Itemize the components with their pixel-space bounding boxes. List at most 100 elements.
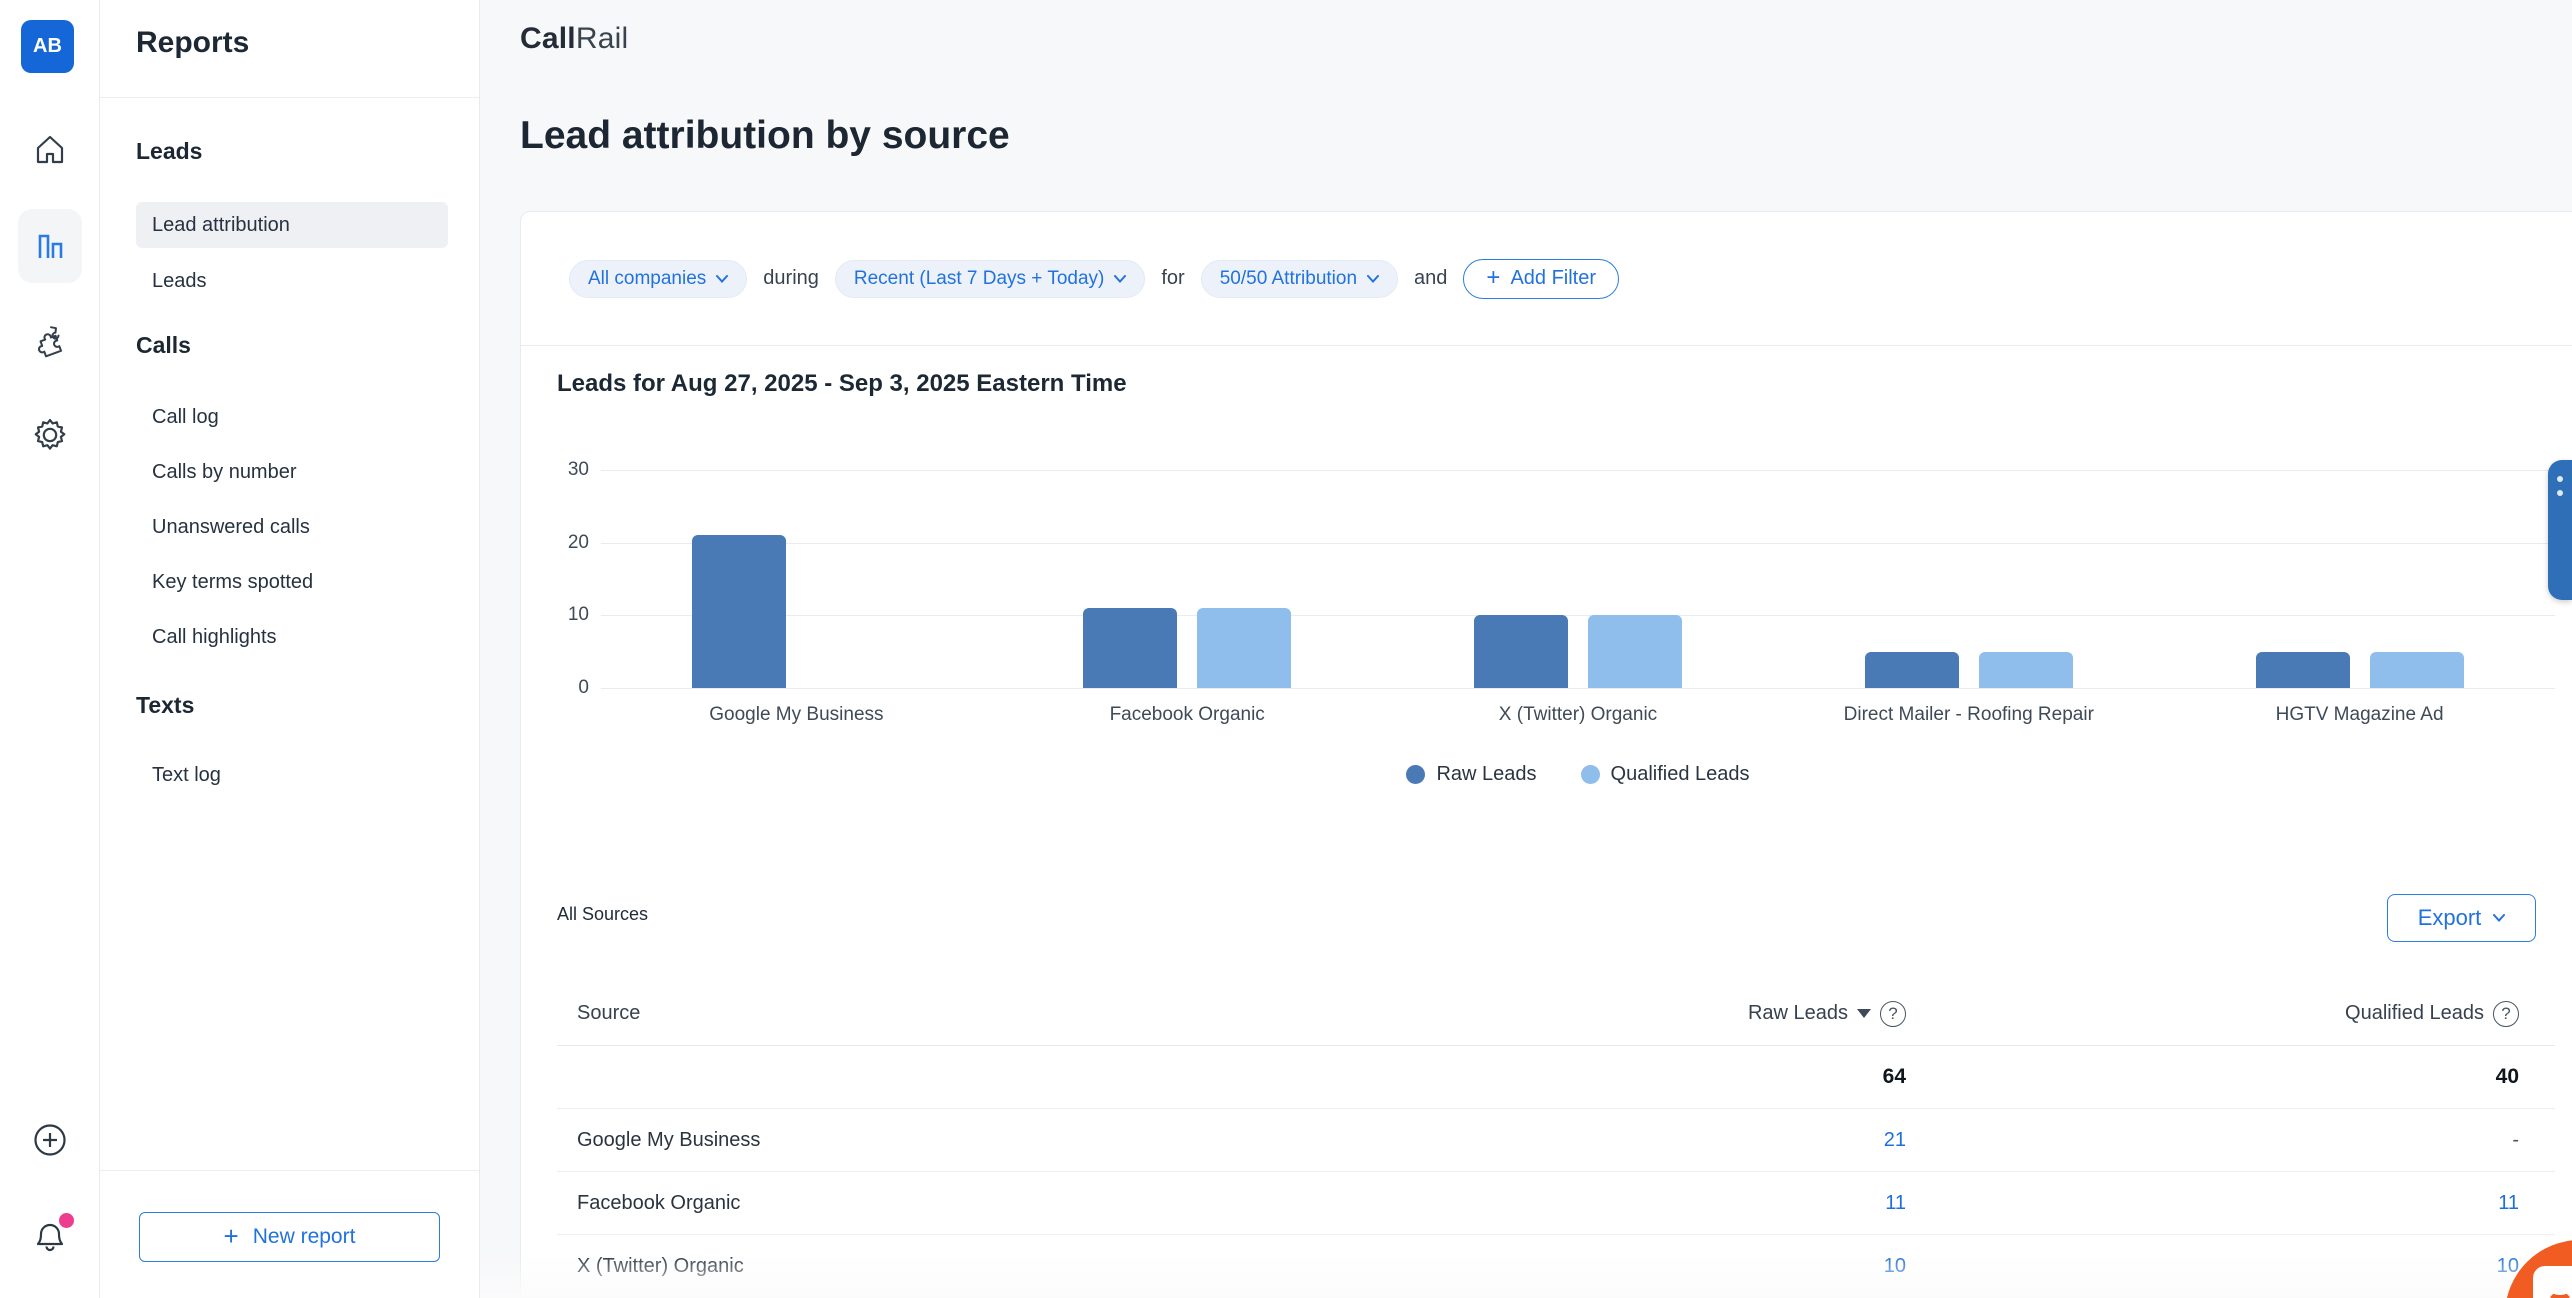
source-cell: Google My Business bbox=[557, 1129, 1455, 1152]
qualified-leads-header-label: Qualified Leads bbox=[2345, 1002, 2484, 1025]
notifications-bell-icon[interactable] bbox=[0, 1218, 100, 1258]
dot bbox=[2557, 476, 2563, 482]
new-report-label: New report bbox=[253, 1225, 356, 1249]
callrail-logo[interactable]: CallRail bbox=[520, 22, 628, 56]
source-cell: X (Twitter) Organic bbox=[557, 1255, 1455, 1278]
col-raw-leads[interactable]: Raw Leads ? bbox=[1455, 1001, 1906, 1027]
raw-leads-bar[interactable] bbox=[1083, 608, 1177, 688]
integrations-puzzle-icon[interactable] bbox=[0, 320, 100, 362]
home-icon[interactable] bbox=[0, 132, 100, 168]
raw-leads-link[interactable]: 10 bbox=[1455, 1255, 1906, 1278]
avatar[interactable]: AB bbox=[21, 20, 74, 73]
plus-icon: + bbox=[224, 1223, 239, 1249]
bar-group-2 bbox=[992, 470, 1383, 688]
raw-leads-bar[interactable] bbox=[692, 535, 786, 688]
sidebar-item-unanswered-calls[interactable]: Unanswered calls bbox=[136, 504, 448, 550]
plus-circle-icon bbox=[31, 1121, 69, 1159]
qualified-leads-bar[interactable] bbox=[1588, 615, 1682, 688]
raw-leads-bar[interactable] bbox=[1865, 652, 1959, 688]
qualified-leads-swatch bbox=[1581, 765, 1600, 784]
x-axis-label: X (Twitter) Organic bbox=[1383, 704, 1774, 726]
settings-gear-icon[interactable] bbox=[0, 414, 100, 456]
company-filter-value: All companies bbox=[588, 268, 706, 290]
chevron-down-icon bbox=[2493, 914, 2505, 922]
divider bbox=[100, 97, 479, 98]
add-filter-label: Add Filter bbox=[1510, 267, 1596, 290]
sidebar-item-lead-attribution[interactable]: Lead attribution bbox=[136, 202, 448, 248]
table-row: Facebook Organic 11 11 bbox=[557, 1172, 2555, 1235]
bar-chart: 0102030 bbox=[521, 470, 2572, 688]
add-filter-button[interactable]: + Add Filter bbox=[1463, 259, 1619, 299]
app-window: AB bbox=[0, 0, 2572, 1298]
attribution-dropdown[interactable]: 50/50 Attribution bbox=[1201, 260, 1398, 298]
y-tick-label: 30 bbox=[568, 459, 589, 481]
help-icon[interactable]: ? bbox=[1880, 1001, 1906, 1027]
chat-smile-icon bbox=[2547, 1284, 2572, 1298]
plus-icon: + bbox=[1486, 266, 1500, 290]
feedback-side-tab[interactable] bbox=[2548, 460, 2572, 600]
logo-bold: Call bbox=[520, 22, 576, 55]
totals-raw: 64 bbox=[1455, 1065, 1906, 1089]
sidebar-item-call-log[interactable]: Call log bbox=[136, 394, 448, 440]
sidebar-item-call-highlights[interactable]: Call highlights bbox=[136, 614, 448, 660]
chart-plot bbox=[601, 470, 2555, 688]
new-report-button[interactable]: + New report bbox=[139, 1212, 440, 1262]
bar-group-1 bbox=[601, 470, 992, 688]
date-range-dropdown[interactable]: Recent (Last 7 Days + Today) bbox=[835, 260, 1145, 298]
qualified-leads-value: - bbox=[1906, 1129, 2555, 1152]
export-label: Export bbox=[2418, 905, 2482, 931]
logo-light: Rail bbox=[576, 22, 628, 55]
qualified-leads-link[interactable]: 11 bbox=[1906, 1192, 2555, 1215]
notification-dot bbox=[59, 1213, 74, 1228]
sidebar-item-leads[interactable]: Leads bbox=[136, 258, 448, 304]
qualified-leads-bar[interactable] bbox=[2370, 652, 2464, 688]
raw-leads-header-label: Raw Leads bbox=[1748, 1002, 1848, 1025]
chart-bars bbox=[601, 470, 2555, 688]
legend-raw-leads[interactable]: Raw Leads bbox=[1406, 763, 1536, 786]
reports-sidebar: Reports Leads Lead attribution Leads Cal… bbox=[100, 0, 480, 1298]
gear-icon bbox=[29, 414, 71, 456]
home-icon bbox=[32, 132, 68, 168]
totals-qualified: 40 bbox=[1906, 1065, 2555, 1089]
raw-leads-link[interactable]: 11 bbox=[1455, 1192, 1906, 1215]
raw-leads-bar[interactable] bbox=[2256, 652, 2350, 688]
raw-leads-bar[interactable] bbox=[1474, 615, 1568, 688]
table-header-row: Source Raw Leads ? Qualified Leads ? bbox=[557, 982, 2555, 1046]
qualified-leads-bar[interactable] bbox=[1197, 608, 1291, 688]
company-filter-dropdown[interactable]: All companies bbox=[569, 260, 747, 298]
report-card: All companies during Recent (Last 7 Days… bbox=[520, 211, 2572, 1298]
col-source[interactable]: Source bbox=[557, 1002, 1455, 1025]
all-sources-label: All Sources bbox=[557, 904, 648, 925]
bar-chart-icon bbox=[33, 229, 67, 263]
sidebar-item-calls-by-number[interactable]: Calls by number bbox=[136, 449, 448, 495]
raw-leads-link[interactable]: 21 bbox=[1455, 1129, 1906, 1152]
chart-y-axis: 0102030 bbox=[521, 470, 589, 688]
export-button[interactable]: Export bbox=[2387, 894, 2536, 942]
sidebar-item-text-log[interactable]: Text log bbox=[136, 752, 448, 798]
legend-qualified-label: Qualified Leads bbox=[1611, 763, 1750, 786]
chevron-down-icon bbox=[716, 275, 728, 283]
col-qualified-leads[interactable]: Qualified Leads ? bbox=[1906, 1001, 2555, 1027]
y-tick-label: 10 bbox=[568, 604, 589, 626]
bar-group-4 bbox=[1773, 470, 2164, 688]
during-label: during bbox=[763, 267, 819, 290]
qualified-leads-bar[interactable] bbox=[1979, 652, 2073, 688]
y-tick-label: 20 bbox=[568, 532, 589, 554]
add-circle-icon[interactable] bbox=[0, 1121, 100, 1159]
help-icon[interactable]: ? bbox=[2493, 1001, 2519, 1027]
qualified-leads-link[interactable]: 10 bbox=[1906, 1255, 2555, 1278]
source-cell: Facebook Organic bbox=[557, 1192, 1455, 1215]
table-row: Google My Business 21 - bbox=[557, 1109, 2555, 1172]
sources-table: Source Raw Leads ? Qualified Leads ? 64 … bbox=[557, 982, 2555, 1298]
reports-bar-chart-icon[interactable] bbox=[18, 209, 82, 283]
chevron-down-icon bbox=[1367, 275, 1379, 283]
sort-desc-icon bbox=[1857, 1009, 1871, 1018]
filter-bar: All companies during Recent (Last 7 Days… bbox=[521, 212, 2572, 346]
legend-qualified-leads[interactable]: Qualified Leads bbox=[1581, 763, 1750, 786]
sidebar-title: Reports bbox=[136, 26, 249, 60]
x-axis-label: Direct Mailer - Roofing Repair bbox=[1773, 704, 2164, 726]
sidebar-item-key-terms-spotted[interactable]: Key terms spotted bbox=[136, 559, 448, 605]
section-texts: Texts bbox=[136, 692, 194, 719]
divider bbox=[100, 1170, 479, 1171]
gridline bbox=[601, 688, 2555, 689]
